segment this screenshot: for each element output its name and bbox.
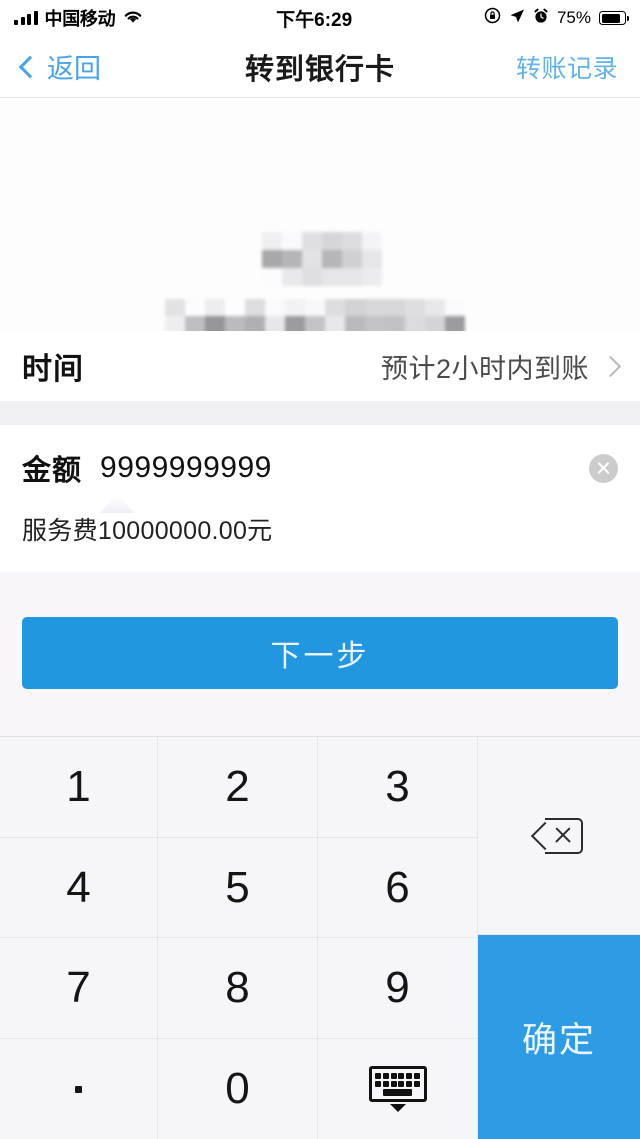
signal-bars-icon bbox=[14, 11, 38, 25]
redacted-cardholder-name bbox=[262, 232, 382, 286]
key-1[interactable]: 1 bbox=[0, 737, 158, 838]
amount-section: 金额 9999999999 服务费10000000.00元 bbox=[0, 425, 640, 572]
numeric-keypad: 1 2 3 4 5 6 7 8 9 0 确定 bbox=[0, 736, 640, 1139]
arrival-time-row[interactable]: 时间 预计2小时内到账 bbox=[0, 331, 640, 401]
key-2[interactable]: 2 bbox=[158, 737, 318, 838]
key-7[interactable]: 7 bbox=[0, 938, 158, 1039]
status-bar-right: 75% bbox=[484, 7, 629, 29]
keyboard-dismiss-icon bbox=[368, 1066, 427, 1112]
status-bar-clock: 下午6:29 bbox=[276, 9, 353, 31]
cta-section: 下一步 bbox=[0, 572, 640, 736]
rotation-lock-icon bbox=[484, 7, 501, 29]
amount-input-row[interactable]: 金额 9999999999 bbox=[0, 437, 640, 499]
key-3[interactable]: 3 bbox=[318, 737, 478, 838]
phone-screen: 中国移动 下午6:29 75% 返回 转到银行卡 转账记录 时间 预计2小时内到… bbox=[0, 0, 640, 1139]
redacted-bank-name bbox=[165, 299, 465, 331]
keyboard-dismiss-button[interactable] bbox=[318, 1039, 478, 1139]
clear-circle-icon[interactable] bbox=[589, 453, 618, 483]
chevron-right-icon bbox=[599, 355, 622, 377]
confirm-button[interactable]: 确定 bbox=[478, 935, 640, 1139]
key-6[interactable]: 6 bbox=[318, 838, 478, 938]
location-arrow-icon bbox=[509, 8, 525, 29]
key-decimal-point[interactable] bbox=[0, 1039, 158, 1139]
backspace-button[interactable] bbox=[478, 737, 640, 935]
back-button-label: 返回 bbox=[47, 54, 101, 84]
status-bar-left: 中国移动 bbox=[14, 5, 144, 31]
amount-input[interactable]: 9999999999 bbox=[100, 451, 272, 485]
wifi-icon bbox=[122, 8, 144, 29]
status-bar: 中国移动 下午6:29 75% bbox=[0, 0, 640, 36]
arrival-time-right: 预计2小时内到账 bbox=[380, 347, 622, 386]
transfer-records-button[interactable]: 转账记录 bbox=[516, 49, 618, 85]
navigation-bar: 返回 转到银行卡 转账记录 bbox=[0, 36, 640, 98]
key-5[interactable]: 5 bbox=[158, 838, 318, 938]
bank-card-info-section[interactable] bbox=[0, 99, 640, 331]
back-button[interactable]: 返回 bbox=[18, 47, 101, 86]
chevron-left-icon bbox=[18, 55, 42, 79]
key-8[interactable]: 8 bbox=[158, 938, 318, 1039]
section-divider bbox=[0, 401, 640, 425]
backspace-icon bbox=[530, 817, 583, 854]
amount-label: 金额 bbox=[22, 455, 83, 487]
key-0[interactable]: 0 bbox=[158, 1039, 318, 1139]
battery-percent-label: 75% bbox=[556, 8, 591, 27]
key-4[interactable]: 4 bbox=[0, 838, 158, 938]
next-step-button[interactable]: 下一步 bbox=[22, 617, 618, 689]
battery-icon bbox=[599, 11, 629, 25]
key-9[interactable]: 9 bbox=[318, 938, 478, 1039]
arrival-time-value: 预计2小时内到账 bbox=[380, 353, 589, 384]
carrier-label: 中国移动 bbox=[44, 9, 116, 29]
arrival-time-label: 时间 bbox=[22, 353, 84, 386]
service-fee-label: 服务费10000000.00元 bbox=[22, 517, 273, 545]
alarm-clock-icon bbox=[533, 8, 549, 29]
